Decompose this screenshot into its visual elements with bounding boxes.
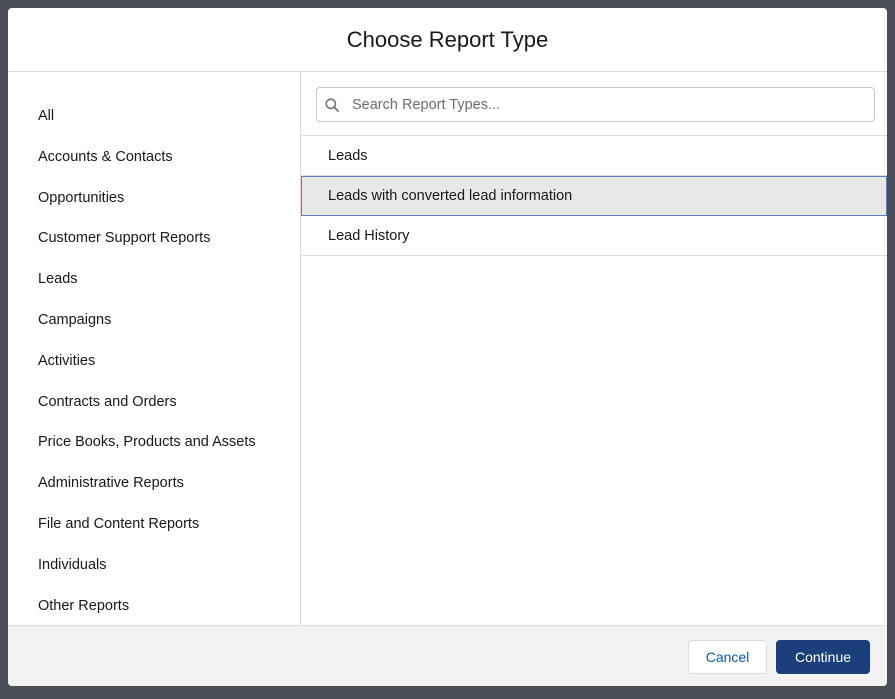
category-item-customer-support-reports[interactable]: Customer Support Reports <box>8 218 300 259</box>
search-box[interactable] <box>316 87 875 122</box>
search-icon <box>317 88 347 121</box>
choose-report-type-modal: Choose Report Type All Accounts & Contac… <box>8 8 887 686</box>
cancel-button[interactable]: Cancel <box>688 640 767 674</box>
report-type-panel: Leads Leads with converted lead informat… <box>301 72 887 625</box>
report-type-leads[interactable]: Leads <box>301 136 887 176</box>
category-item-contracts-orders[interactable]: Contracts and Orders <box>8 382 300 423</box>
report-type-leads-converted[interactable]: Leads with converted lead information <box>301 176 887 216</box>
search-input[interactable] <box>347 96 852 113</box>
category-item-leads[interactable]: Leads <box>8 259 300 300</box>
category-item-all[interactable]: All <box>8 96 300 137</box>
category-item-campaigns[interactable]: Campaigns <box>8 300 300 341</box>
modal-header: Choose Report Type <box>8 8 887 72</box>
category-item-individuals[interactable]: Individuals <box>8 545 300 586</box>
modal-body: All Accounts & Contacts Opportunities Cu… <box>8 72 887 625</box>
modal-footer: Cancel Continue <box>8 625 887 686</box>
category-item-price-books-products-assets[interactable]: Price Books, Products and Assets <box>8 422 300 463</box>
category-item-opportunities[interactable]: Opportunities <box>8 178 300 219</box>
category-item-other-reports[interactable]: Other Reports <box>8 586 300 627</box>
category-item-accounts-contacts[interactable]: Accounts & Contacts <box>8 137 300 178</box>
category-item-activities[interactable]: Activities <box>8 341 300 382</box>
category-item-administrative-reports[interactable]: Administrative Reports <box>8 463 300 504</box>
continue-button[interactable]: Continue <box>776 640 870 674</box>
report-type-lead-history[interactable]: Lead History <box>301 216 887 256</box>
category-item-file-content-reports[interactable]: File and Content Reports <box>8 504 300 545</box>
category-list: All Accounts & Contacts Opportunities Cu… <box>8 72 301 625</box>
modal-title: Choose Report Type <box>346 26 549 52</box>
report-type-list: Leads Leads with converted lead informat… <box>301 135 887 256</box>
